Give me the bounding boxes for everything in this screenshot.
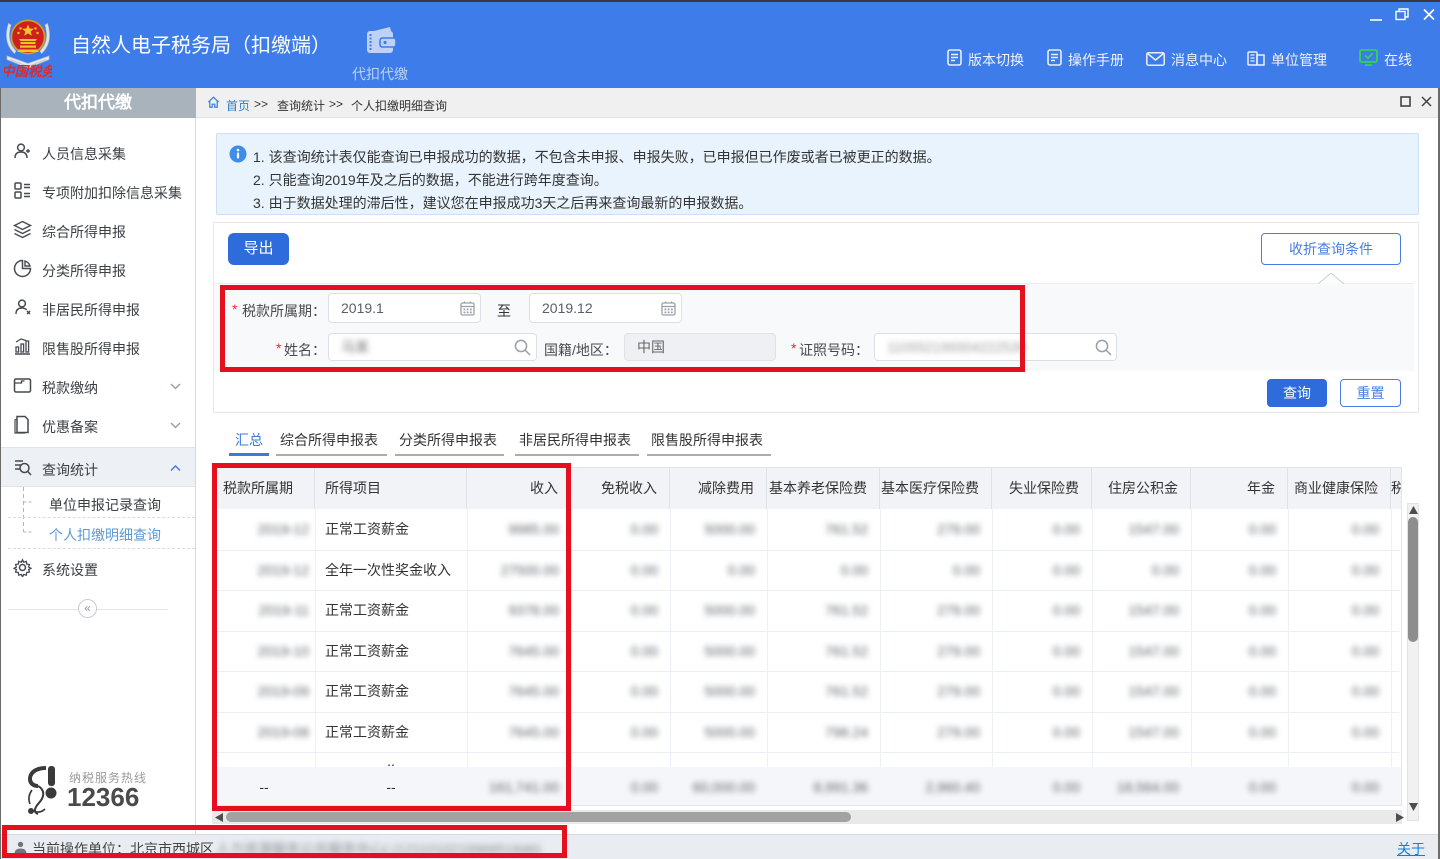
svg-text:中国税务: 中国税务 [4, 64, 52, 79]
